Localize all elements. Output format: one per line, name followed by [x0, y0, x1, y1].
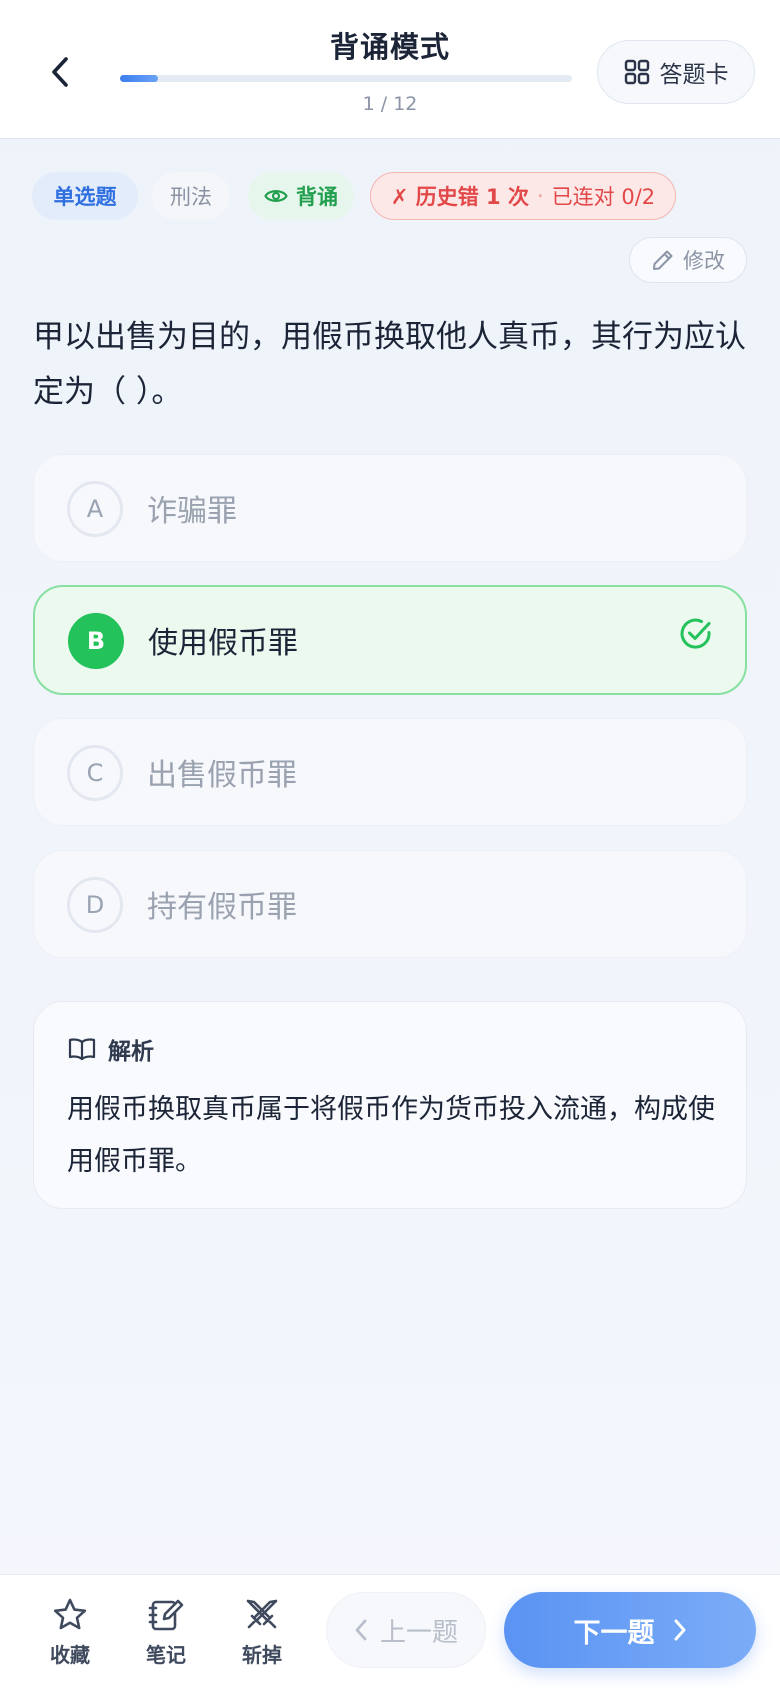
option-text: 持有假币罪 — [147, 890, 297, 925]
favorite-label: 收藏 — [50, 1643, 90, 1667]
note-button[interactable]: 笔记 — [126, 1597, 206, 1669]
eye-icon — [264, 190, 288, 202]
option-a[interactable]: A 诈骗罪 — [33, 454, 747, 562]
check-circle-icon — [680, 618, 711, 649]
analysis-title: 解析 — [108, 1039, 154, 1065]
previous-question-button[interactable]: 上一题 — [326, 1592, 486, 1668]
badge-separator: · — [536, 184, 544, 208]
answer-card-label: 答题卡 — [659, 62, 729, 88]
option-b[interactable]: B 使用假币罪 — [33, 585, 747, 695]
history-badge: ✗ 历史错 1 次 · 已连对 0/2 — [370, 172, 676, 220]
question-type-badge: 单选题 — [32, 172, 138, 220]
crossed-swords-icon — [246, 1599, 278, 1629]
top-header: 背诵模式 1 / 12 答题卡 — [0, 0, 780, 138]
mode-label: 背诵 — [296, 185, 338, 209]
progress-bar-fill — [120, 75, 158, 82]
analysis-header: 解析 — [68, 1032, 154, 1066]
next-question-button[interactable]: 下一题 — [504, 1592, 756, 1668]
option-text: 诈骗罪 — [147, 494, 237, 529]
question-text: 甲以出售为目的，用假币换取他人真币，其行为应认定为（ ）。 — [33, 319, 746, 410]
chevron-right-icon — [674, 1619, 685, 1641]
option-letter: A — [67, 481, 123, 537]
analysis-panel: 解析 用假币换取真币属于将假币作为货币投入流通，构成使用假币罪。 — [33, 1001, 747, 1209]
answer-card-button[interactable]: 答题卡 — [597, 40, 755, 104]
edit-label: 修改 — [683, 249, 725, 273]
option-letter: C — [67, 745, 123, 801]
pencil-icon — [653, 250, 673, 270]
option-d[interactable]: D 持有假币罪 — [33, 850, 747, 958]
option-text: 使用假币罪 — [148, 626, 298, 661]
bottom-toolbar: 收藏 笔记 斩掉 上一题 下一题 — [0, 1575, 780, 1688]
previous-label: 上一题 — [379, 1617, 458, 1648]
notebook-pen-icon — [148, 1599, 184, 1631]
option-c[interactable]: C 出售假币罪 — [33, 718, 747, 826]
subject-badge: 刑法 — [152, 172, 230, 220]
option-text: 出售假币罪 — [147, 758, 297, 793]
analysis-text: 用假币换取真币属于将假币作为货币投入流通，构成使用假币罪。 — [67, 1094, 715, 1177]
book-open-icon — [68, 1038, 96, 1061]
edit-button[interactable]: 修改 — [629, 237, 747, 283]
option-letter: D — [67, 877, 123, 933]
next-label: 下一题 — [573, 1617, 655, 1649]
favorite-button[interactable]: 收藏 — [30, 1597, 110, 1669]
streak-count: 已连对 0/2 — [551, 185, 656, 209]
mode-badge: 背诵 — [248, 172, 354, 220]
option-letter: B — [68, 613, 124, 669]
star-icon — [53, 1598, 87, 1630]
grid-icon — [624, 59, 649, 85]
chevron-left-icon — [355, 1619, 367, 1641]
progress-bar — [120, 75, 572, 82]
cut-button[interactable]: 斩掉 — [222, 1597, 302, 1669]
cut-label: 斩掉 — [242, 1643, 282, 1667]
history-wrong-count: ✗ 历史错 1 次 — [390, 185, 529, 209]
note-label: 笔记 — [146, 1643, 186, 1667]
